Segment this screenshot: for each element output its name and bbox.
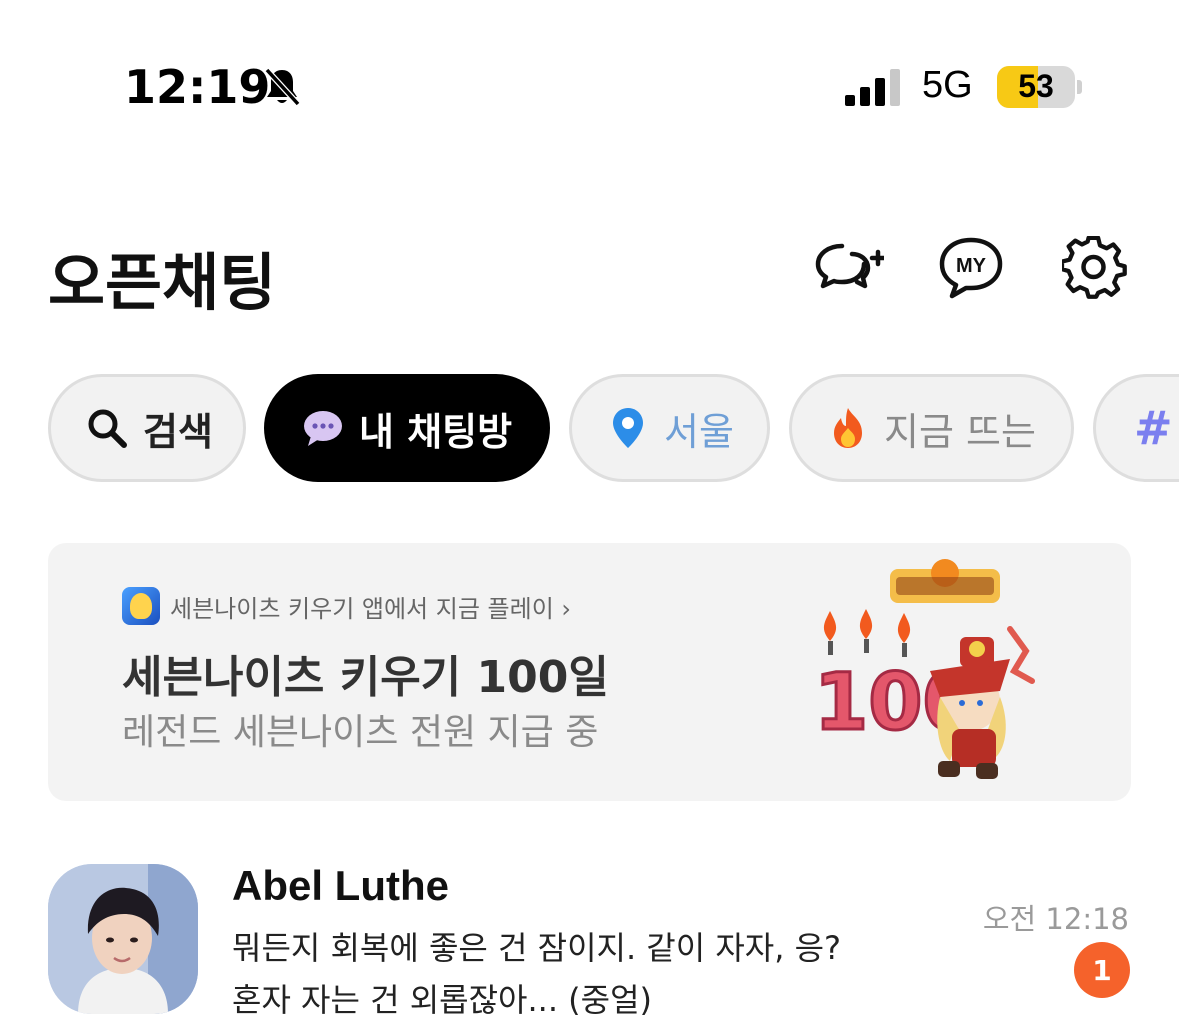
battery-tip (1077, 80, 1082, 94)
chat-bubble-icon (301, 406, 345, 450)
search-icon (85, 406, 129, 450)
banner-illustration: 100 (800, 551, 1060, 795)
battery-percent: 53 (1018, 68, 1054, 104)
banner-top-text: 세븐나이츠 키우기 앱에서 지금 플레이 › (170, 594, 572, 623)
status-bar: 12:19 5G 53 (0, 0, 1179, 180)
page-title: 오픈채팅 (48, 246, 277, 319)
chip-label: 내 채팅방 (359, 409, 513, 454)
chip-label: 지금 뜨는 (884, 409, 1036, 454)
chip-seoul[interactable]: 서울 (569, 374, 770, 482)
chip-search[interactable]: 검색 (48, 374, 246, 482)
network-type: 5G (922, 64, 973, 106)
chat-time: 오전 12:18 (982, 902, 1129, 936)
banner-subtitle: 레전드 세븐나이츠 전원 지급 중 (122, 712, 599, 753)
fire-icon (826, 406, 870, 450)
chat-preview-line: 뭐든지 회복에 좋은 건 잠이지. 같이 자자, 응? (232, 929, 842, 967)
hashtag-icon: # (1134, 401, 1173, 455)
new-chat-plus-icon[interactable] (812, 236, 887, 302)
my-icon-label: MY (956, 255, 987, 277)
chat-preview-line: 혼자 자는 건 외롭잖아... (중얼) (232, 981, 653, 1019)
promo-banner[interactable]: 세븐나이츠 키우기 앱에서 지금 플레이 › 세븐나이츠 키우기 100일 레전… (48, 543, 1131, 801)
gear-icon[interactable] (1059, 235, 1128, 302)
chat-list-item[interactable]: Abel Luthe 뭐든지 회복에 좋은 건 잠이지. 같이 자자, 응? 혼… (0, 850, 1179, 1036)
chip-hashtag[interactable]: # (1093, 374, 1179, 482)
status-time: 12:19 (124, 60, 271, 114)
chat-name: Abel Luthe (232, 862, 449, 909)
chip-label: 검색 (143, 409, 213, 454)
banner-title: 세븐나이츠 키우기 100일 (122, 652, 609, 703)
filter-chip-bar: 검색 내 채팅방 서울 지금 뜨는 # (0, 374, 1179, 484)
game-app-icon (122, 587, 160, 625)
avatar (48, 864, 198, 1014)
unread-badge: 1 (1074, 942, 1130, 998)
chip-my-chatrooms[interactable]: 내 채팅방 (264, 374, 550, 482)
battery-indicator: 53 (997, 66, 1075, 108)
chat-preview: 뭐든지 회복에 좋은 건 잠이지. 같이 자자, 응? 혼자 자는 건 외롭잖아… (232, 922, 952, 1026)
banner-source[interactable]: 세븐나이츠 키우기 앱에서 지금 플레이 › (122, 587, 571, 625)
chip-label: 서울 (664, 409, 734, 454)
chip-trending[interactable]: 지금 뜨는 (789, 374, 1074, 482)
my-chat-icon[interactable]: MY (938, 236, 1004, 302)
bell-slash-icon (262, 66, 302, 108)
signal-strength-icon (845, 68, 905, 108)
location-pin-icon (606, 406, 650, 450)
